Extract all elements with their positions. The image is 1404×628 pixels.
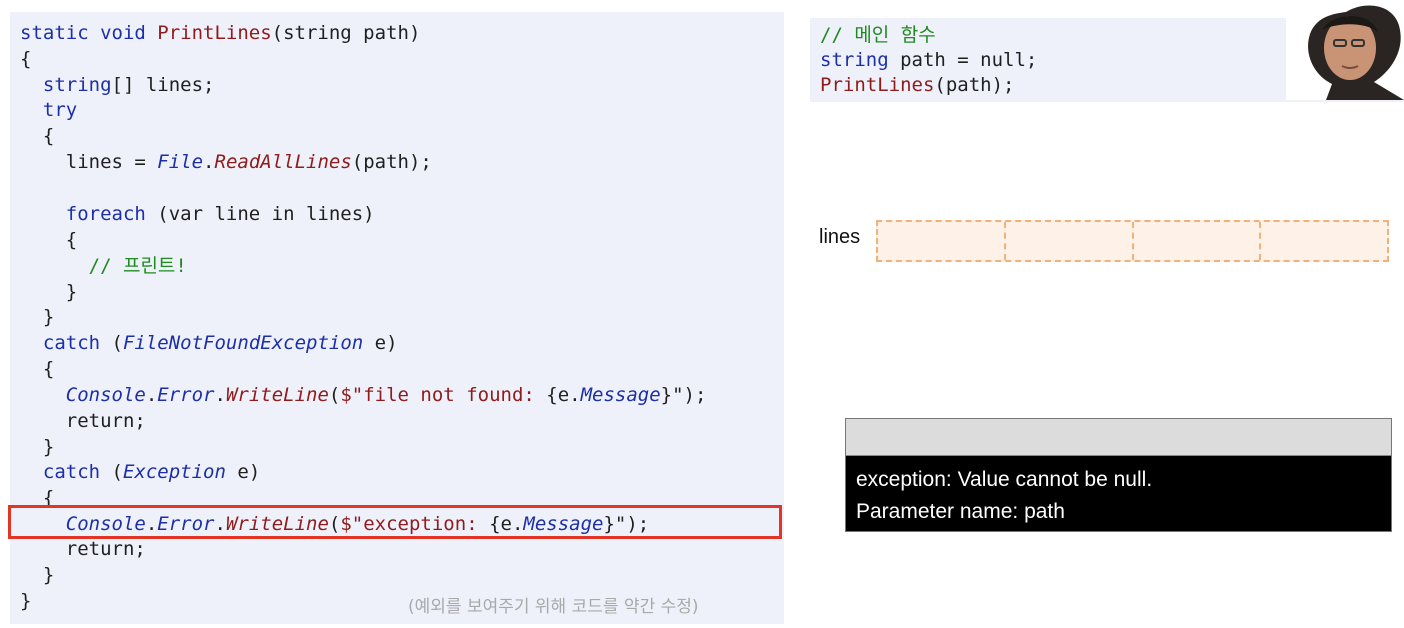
console-output-line: Parameter name: path xyxy=(856,500,1065,523)
code-line-close-brace: } xyxy=(42,564,55,586)
code-line-close-brace: } xyxy=(42,436,55,458)
lines-array xyxy=(876,220,1389,262)
code-line-declaration: string[] lines; xyxy=(42,74,215,96)
code-note: (예외를 보여주기 위해 코드를 약간 수정) xyxy=(408,597,699,617)
highlight-box xyxy=(8,505,782,539)
array-cell xyxy=(1261,222,1387,260)
code-line-open-brace: { xyxy=(20,48,32,70)
console-output-line: exception: Value cannot be null. xyxy=(856,468,1153,491)
code-line-open-brace: { xyxy=(42,125,55,147)
code-line-open-brace: { xyxy=(42,358,55,380)
code-line-try: try xyxy=(42,99,78,121)
code-line-close-brace: } xyxy=(65,281,78,303)
main-comment: // 메인 함수 xyxy=(820,24,936,46)
main-line-path: string path = null; xyxy=(820,49,1038,71)
console-window: exception: Value cannot be null. Paramet… xyxy=(845,418,1392,532)
code-line-return: return; xyxy=(65,538,146,560)
code-line-catch-exception: catch (Exception e) xyxy=(42,461,261,483)
code-line-return: return; xyxy=(65,410,146,432)
console-output: exception: Value cannot be null. Paramet… xyxy=(846,456,1391,536)
code-line-catch-file-not-found: catch (FileNotFoundException e) xyxy=(42,332,398,354)
array-cell xyxy=(1134,222,1262,260)
console-title-bar[interactable] xyxy=(846,419,1391,456)
presenter-avatar xyxy=(1286,0,1404,100)
code-line-close-brace: } xyxy=(20,590,32,612)
code-line-open-brace: { xyxy=(65,229,78,251)
code-line-signature: static void PrintLines(string path) xyxy=(20,22,421,44)
code-line-console-file-not-found: Console.Error.WriteLine($"file not found… xyxy=(65,384,707,406)
main-line-call: PrintLines(path); xyxy=(820,74,1015,96)
code-line-close-brace: } xyxy=(42,306,55,328)
code-line-read-all-lines: lines = File.ReadAllLines(path); xyxy=(65,151,432,173)
code-line-foreach: foreach (var line in lines) xyxy=(65,203,375,225)
lines-label: lines xyxy=(819,226,861,248)
array-cell xyxy=(1006,222,1134,260)
array-cell xyxy=(878,222,1006,260)
code-line-print-comment: // 프린트! xyxy=(88,255,187,277)
